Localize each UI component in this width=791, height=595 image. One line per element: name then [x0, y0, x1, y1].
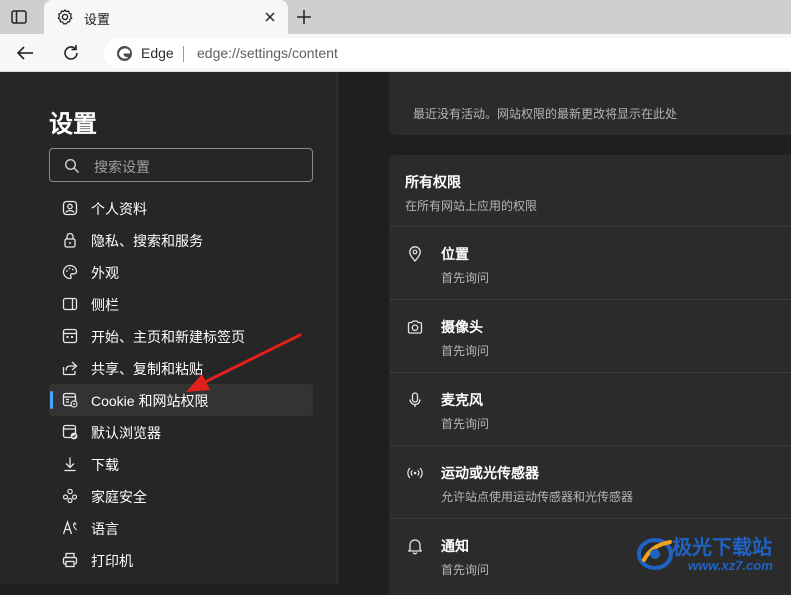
back-arrow-icon[interactable]: [14, 42, 36, 64]
sidebar-item-label: 隐私、搜索和服务: [91, 233, 203, 249]
tab-strip: 设置: [0, 0, 791, 34]
permission-row-camera[interactable]: 摄像头 首先询问: [389, 299, 791, 372]
microphone-icon: [406, 391, 424, 409]
sidebar-item-privacy[interactable]: 隐私、搜索和服务: [49, 224, 313, 256]
permission-row-location[interactable]: 位置 首先询问: [389, 226, 791, 299]
sidebar-item-default-browser[interactable]: 默认浏览器: [49, 416, 313, 448]
sidebar-item-downloads[interactable]: 下载: [49, 448, 313, 480]
address-divider: [183, 46, 184, 62]
sensor-icon: [406, 464, 424, 482]
recent-activity-card: 最近没有活动。网站权限的最新更改将显示在此处: [389, 72, 791, 135]
sidebar-item-label: 语言: [91, 521, 119, 537]
permission-title: 摄像头: [441, 319, 483, 335]
sidebar-item-start-home[interactable]: 开始、主页和新建标签页: [49, 320, 313, 352]
sidebar-item-languages[interactable]: 语言: [49, 512, 313, 544]
main-content: 最近没有活动。网站权限的最新更改将显示在此处 所有权限 在所有网站上应用的权限 …: [339, 72, 791, 595]
printer-icon: [61, 551, 79, 569]
watermark-url: www.xz7.com: [688, 558, 773, 573]
share-icon: [61, 359, 79, 377]
palette-icon: [61, 263, 79, 281]
active-indicator: [50, 391, 53, 409]
sidebar-item-label: 外观: [91, 265, 119, 281]
permission-row-microphone[interactable]: 麦克风 首先询问: [389, 372, 791, 445]
watermark-logo-icon: [634, 532, 676, 574]
tab-settings[interactable]: 设置: [44, 0, 288, 34]
sidebar-item-sidebar[interactable]: 侧栏: [49, 288, 313, 320]
watermark: 极光下载站 www.xz7.com: [632, 528, 788, 580]
sidebar-item-label: Cookie 和网站权限: [91, 393, 209, 409]
lock-icon: [61, 231, 79, 249]
sidebar-item-label: 个人资料: [91, 201, 147, 217]
tab-title: 设置: [84, 12, 111, 27]
site-label: Edge: [141, 45, 174, 61]
page-title: 设置: [49, 111, 97, 138]
permission-title: 麦克风: [441, 392, 483, 408]
sidebar-item-appearance[interactable]: 外观: [49, 256, 313, 288]
gear-icon: [56, 8, 74, 26]
settings-sidebar: 设置 搜索设置 个人资料 隐私、搜索和服务 外观 侧栏 开始、主页和新建标签页 …: [0, 72, 338, 584]
new-tab-icon[interactable]: [294, 7, 314, 27]
permission-status: 首先询问: [441, 563, 490, 577]
permission-title: 通知: [441, 538, 469, 554]
download-icon: [61, 455, 79, 473]
sidebar-item-share[interactable]: 共享、复制和粘贴: [49, 352, 313, 384]
profile-icon: [61, 199, 79, 217]
site-permissions-icon: [61, 391, 79, 409]
sidebar-item-label: 下载: [91, 457, 119, 473]
sidebar-item-cookies-site-permissions[interactable]: Cookie 和网站权限: [49, 384, 313, 416]
toolbar: Edge edge://settings/content: [0, 34, 791, 72]
sidebar-panel-icon: [61, 295, 79, 313]
sidebar-item-family-safety[interactable]: 家庭安全: [49, 480, 313, 512]
home-page-icon: [61, 327, 79, 345]
permission-status: 首先询问: [441, 417, 490, 431]
close-tab-icon[interactable]: [262, 9, 278, 25]
permission-title: 运动或光传感器: [441, 465, 539, 481]
sidebar-item-label: 默认浏览器: [91, 425, 161, 441]
tab-actions-icon[interactable]: [10, 8, 28, 26]
sidebar-item-label: 打印机: [91, 553, 133, 569]
search-placeholder: 搜索设置: [94, 159, 150, 175]
permission-title: 位置: [441, 246, 469, 262]
watermark-text: 极光下载站: [672, 537, 772, 559]
permission-status: 允许站点使用运动传感器和光传感器: [441, 490, 634, 504]
url-text[interactable]: edge://settings/content: [197, 45, 338, 61]
sidebar-item-profile[interactable]: 个人资料: [49, 192, 313, 224]
language-icon: [61, 519, 79, 537]
sidebar-item-label: 家庭安全: [91, 489, 147, 505]
location-icon: [406, 245, 424, 263]
edge-logo-icon: [116, 45, 133, 62]
reload-icon[interactable]: [60, 42, 82, 64]
sidebar-item-printers[interactable]: 打印机: [49, 544, 313, 576]
recent-activity-text: 最近没有活动。网站权限的最新更改将显示在此处: [413, 107, 678, 121]
sidebar-item-label: 侧栏: [91, 297, 119, 313]
sidebar-item-label: 开始、主页和新建标签页: [91, 329, 245, 345]
camera-icon: [406, 318, 424, 336]
permission-status: 首先询问: [441, 271, 490, 285]
search-icon: [64, 158, 80, 174]
permission-row-motion-sensors[interactable]: 运动或光传感器 允许站点使用运动传感器和光传感器: [389, 445, 791, 518]
all-permissions-subtitle: 在所有网站上应用的权限: [405, 199, 538, 213]
family-icon: [61, 487, 79, 505]
default-browser-icon: [61, 423, 79, 441]
bell-icon: [406, 537, 424, 555]
permission-status: 首先询问: [441, 344, 490, 358]
sidebar-item-label: 共享、复制和粘贴: [91, 361, 203, 377]
search-input[interactable]: 搜索设置: [49, 148, 313, 182]
address-bar[interactable]: Edge edge://settings/content: [104, 38, 791, 68]
all-permissions-title: 所有权限: [405, 174, 461, 190]
